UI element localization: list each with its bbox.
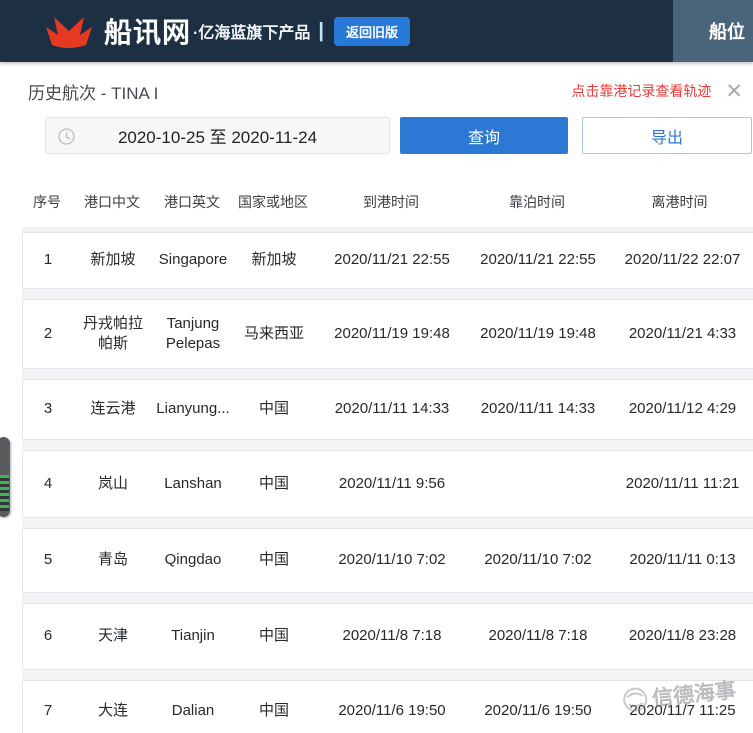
table-row[interactable]: 2 丹戎帕拉帕斯 Tanjung Pelepas 马来西亚 2020/11/19 19:… bbox=[22, 299, 753, 369]
cell-arrival-time: 2020/11/11 9:56 bbox=[338, 474, 446, 492]
brand-name: 船讯网 bbox=[104, 17, 192, 48]
date-range-value: 2020-10-25 至 2020-11-24 bbox=[117, 128, 318, 147]
column-header-cell-port-en: 港口英文 bbox=[164, 194, 220, 210]
table-row[interactable]: 3 连云港 Lianyung... 中国 2020/11/11 14:33 2020/11… bbox=[22, 379, 753, 440]
cell-index: 1 bbox=[43, 251, 53, 269]
cell-port-cn: 天津 bbox=[97, 627, 128, 645]
cell-berth-time: 2020/11/11 14:33 bbox=[480, 400, 596, 418]
cell-index: 7 bbox=[43, 701, 53, 719]
cell-departure-time: 2020/11/8 23:28 bbox=[628, 627, 737, 645]
shipxy-logo-icon bbox=[46, 17, 92, 48]
brand-suffix: ·亿海蓝旗下产品 bbox=[193, 25, 311, 42]
cell-arrival-time: 2020/11/21 22:55 bbox=[334, 251, 450, 269]
cell-port-en: Tanjung Pelepas bbox=[165, 314, 221, 352]
cell-port-en: Singapore bbox=[158, 251, 228, 269]
history-voyage-window: 船讯网 ·亿海蓝旗下产品 | 返回旧版 船位 历史航次 - TINA I 点击靠… bbox=[0, 0, 753, 733]
table-row[interactable]: 1 新加坡 Singapore 新加坡 2020/11/21 22:55 2020/11/… bbox=[22, 232, 753, 289]
column-header-cell-berth-time: 靠泊时间 bbox=[509, 194, 565, 210]
cell-country: 中国 bbox=[258, 400, 289, 418]
column-header-cell-index: 序号 bbox=[33, 194, 61, 210]
table-row[interactable]: 4 岚山 Lanshan 中国 2020/11/11 9:56 2020/11/11 11… bbox=[22, 450, 753, 518]
cell-index: 5 bbox=[43, 551, 53, 569]
column-header-cell-port-cn: 港口中文 bbox=[84, 194, 140, 210]
cell-berth-time: 2020/11/19 19:48 bbox=[480, 324, 596, 342]
export-button[interactable]: 导出 bbox=[582, 117, 752, 154]
cell-berth-time bbox=[469, 451, 607, 517]
cell-country: 中国 bbox=[258, 551, 289, 569]
cell-port-cn: 丹戎帕拉帕斯 bbox=[82, 314, 143, 352]
cell-berth-time: 2020/11/8 7:18 bbox=[488, 627, 588, 645]
date-range-input[interactable]: 2020-10-25 至 2020-11-24 bbox=[45, 117, 390, 154]
back-to-old-version-button[interactable]: 返回旧版 bbox=[333, 16, 410, 46]
cell-berth-time: 2020/11/6 19:50 bbox=[484, 701, 592, 719]
cell-departure-time: 2020/11/7 11:25 bbox=[629, 701, 736, 719]
cell-departure-time: 2020/11/21 4:33 bbox=[628, 324, 737, 342]
tab-ship-position[interactable]: 船位 bbox=[673, 0, 753, 62]
cell-departure-time: 2020/11/11 0:13 bbox=[629, 551, 736, 569]
column-header-cell-country: 国家或地区 bbox=[238, 194, 308, 210]
cell-arrival-time: 2020/11/10 7:02 bbox=[338, 551, 446, 569]
table-header-row: 序号 港口中文 港口英文 国家或地区 到港时间 靠泊时间 离港时间 bbox=[22, 190, 753, 214]
voyage-table: 1 新加坡 Singapore 新加坡 2020/11/21 22:55 2020/11/… bbox=[22, 227, 753, 733]
table-row[interactable]: 6 天津 Tianjin 中国 2020/11/8 7:18 2020/11/8 7:18… bbox=[22, 603, 753, 670]
clock-icon bbox=[58, 128, 75, 145]
cell-country: 马来西亚 bbox=[243, 324, 304, 342]
cell-port-en: Qingdao bbox=[164, 551, 222, 569]
cell-port-cn: 连云港 bbox=[90, 400, 136, 418]
cell-arrival-time: 2020/11/8 7:18 bbox=[342, 627, 442, 645]
edge-widget-handle[interactable] bbox=[0, 437, 10, 517]
cell-country: 中国 bbox=[258, 627, 289, 645]
cell-berth-time: 2020/11/10 7:02 bbox=[484, 551, 592, 569]
cell-country: 中国 bbox=[258, 474, 289, 492]
cell-berth-time: 2020/11/21 22:55 bbox=[480, 251, 596, 269]
edge-widget-meter bbox=[0, 475, 9, 511]
cell-port-en: Lanshan bbox=[164, 474, 222, 492]
cell-index: 6 bbox=[43, 627, 53, 645]
table-row[interactable]: 7 大连 Dalian 中国 2020/11/6 19:50 2020/11/6 19:5… bbox=[22, 680, 753, 733]
cell-port-en: Lianyung... bbox=[156, 400, 230, 418]
close-icon[interactable]: ✕ bbox=[725, 81, 743, 102]
cell-port-en: Tianjin bbox=[171, 627, 215, 645]
cell-port-cn: 新加坡 bbox=[90, 251, 136, 269]
brand-separator: | bbox=[318, 19, 324, 42]
cell-departure-time: 2020/11/12 4:29 bbox=[628, 400, 737, 418]
page-title: 历史航次 - TINA I bbox=[28, 83, 159, 103]
cell-country: 中国 bbox=[258, 701, 289, 719]
panel-header: 历史航次 - TINA I 点击靠港记录查看轨迹 ✕ bbox=[28, 78, 743, 104]
top-navbar: 船讯网 ·亿海蓝旗下产品 | 返回旧版 船位 bbox=[0, 0, 753, 62]
cell-index: 2 bbox=[43, 324, 53, 342]
column-header-cell-arrival-time: 到港时间 bbox=[363, 194, 419, 210]
cell-country: 新加坡 bbox=[251, 251, 297, 269]
cell-departure-time: 2020/11/11 11:21 bbox=[625, 474, 740, 492]
cell-departure-time: 2020/11/22 22:07 bbox=[624, 251, 741, 269]
cell-index: 4 bbox=[43, 474, 53, 492]
cell-port-en: Dalian bbox=[171, 701, 215, 719]
cell-arrival-time: 2020/11/6 19:50 bbox=[338, 701, 446, 719]
cell-port-cn: 大连 bbox=[97, 701, 128, 719]
cell-port-cn: 青岛 bbox=[97, 551, 128, 569]
column-header-cell-departure-time: 离港时间 bbox=[651, 194, 708, 210]
cell-arrival-time: 2020/11/11 14:33 bbox=[334, 400, 450, 418]
table-row[interactable]: 5 青岛 Qingdao 中国 2020/11/10 7:02 2020/11/10 7:… bbox=[22, 528, 753, 593]
query-button[interactable]: 查询 bbox=[400, 117, 568, 154]
cell-arrival-time: 2020/11/19 19:48 bbox=[334, 324, 450, 342]
view-track-link[interactable]: 点击靠港记录查看轨迹 bbox=[571, 81, 711, 101]
cell-index: 3 bbox=[43, 400, 53, 418]
cell-port-cn: 岚山 bbox=[97, 474, 128, 492]
